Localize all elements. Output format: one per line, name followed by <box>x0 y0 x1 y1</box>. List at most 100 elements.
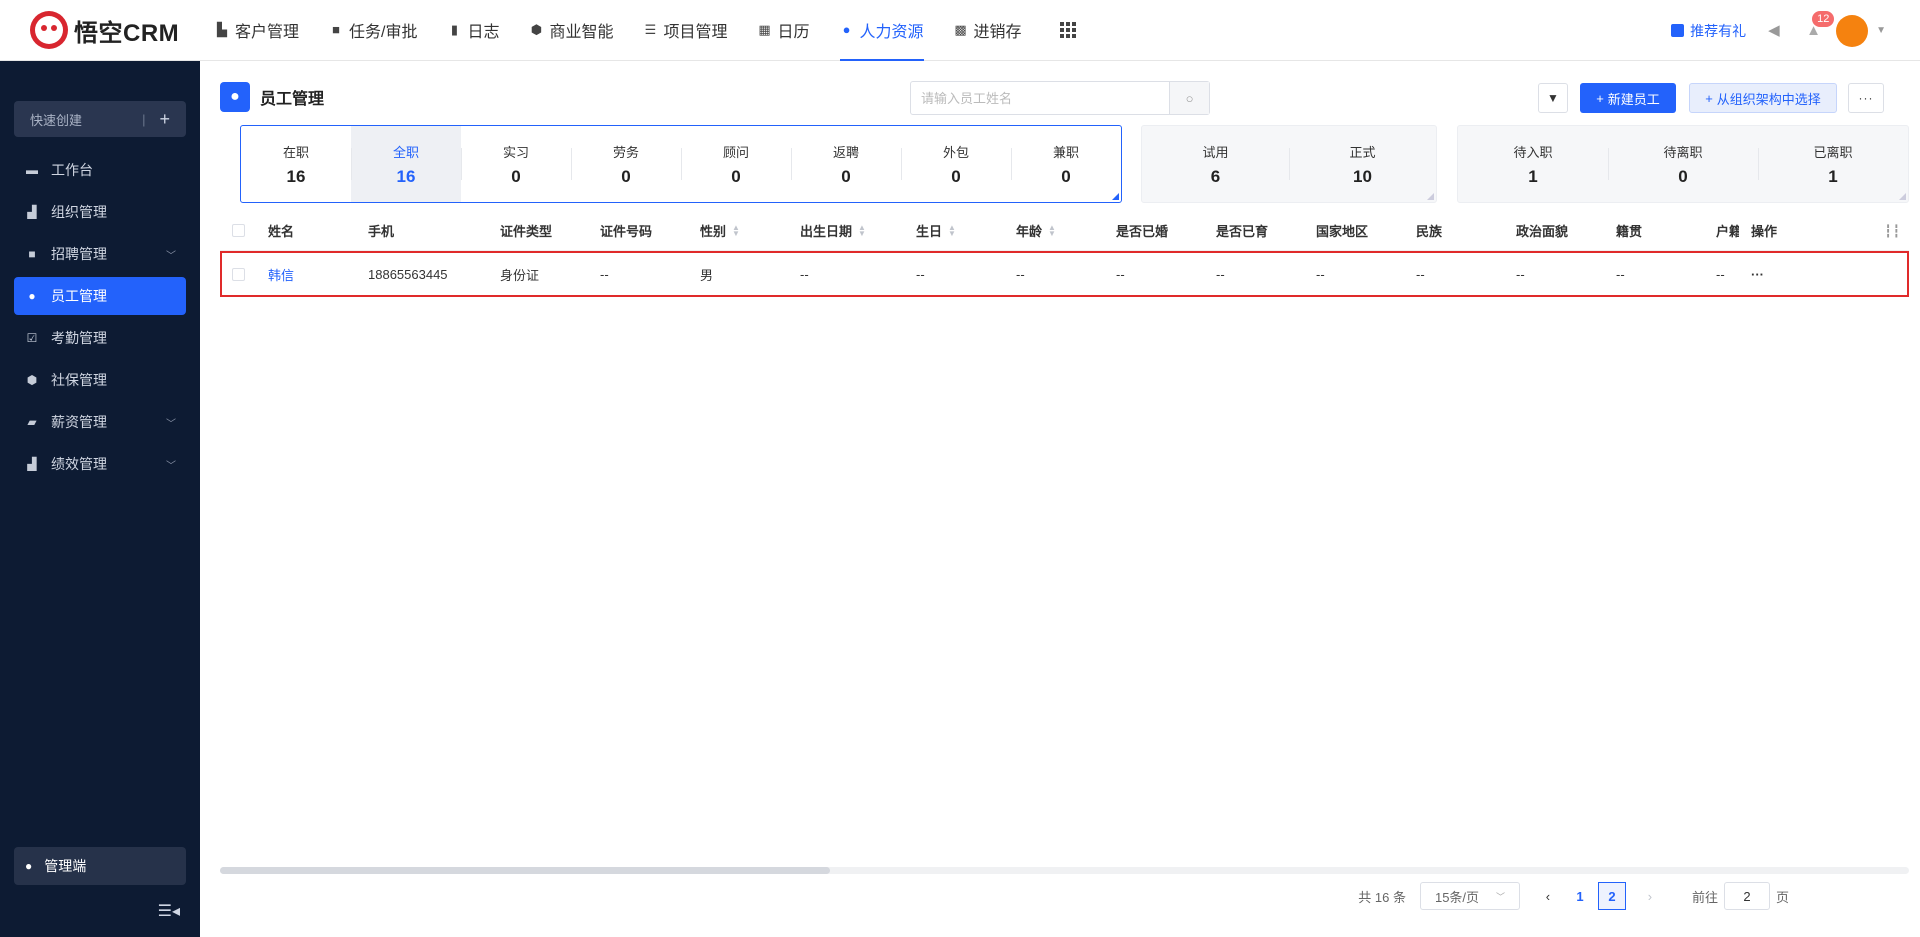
referral-link[interactable]: 推荐有礼 <box>1671 21 1746 41</box>
stat-value: 1 <box>1828 166 1838 186</box>
nav-item-calendar[interactable]: ▦ 日历 <box>743 0 825 61</box>
column-header[interactable]: 是否已育 <box>1204 221 1304 240</box>
page-number-current[interactable]: 2 <box>1597 882 1626 910</box>
row-actions-button[interactable]: ··· <box>1739 267 1819 282</box>
next-page-icon[interactable]: › <box>1636 889 1664 904</box>
table-cell: -- <box>1016 266 1025 282</box>
stat-item[interactable]: 实习 0 <box>461 126 571 202</box>
chevron-down-icon[interactable]: ▼ <box>1876 25 1886 36</box>
nav-item-tasks[interactable]: ■ 任务/审批 <box>314 0 432 61</box>
column-header[interactable]: 是否已婚 <box>1104 221 1204 240</box>
calendar-icon: ▦ <box>758 22 771 37</box>
table-row[interactable]: 韩信 18865563445 身份证 -- 男 -- -- -- -- -- -… <box>220 251 1909 297</box>
sidebar-item-recruit[interactable]: ■ 招聘管理 ﹀ <box>14 235 186 273</box>
stat-item[interactable]: 待离职 0 <box>1608 126 1758 202</box>
stat-item[interactable]: 兼职 0 <box>1011 126 1121 202</box>
scrollbar-thumb[interactable] <box>220 867 830 874</box>
column-header-sortable[interactable]: 年龄 ▲ ▼ <box>1004 221 1104 240</box>
select-from-org-button[interactable]: + 从组织架构中选择 <box>1689 83 1837 113</box>
sidebar-item-insurance[interactable]: ⬢ 社保管理 <box>14 361 186 399</box>
column-header[interactable]: 户籍 <box>1704 221 1739 240</box>
goto-page: 前往 页 <box>1692 882 1789 910</box>
bell-icon[interactable]: ▲ 12 <box>1806 10 1835 39</box>
stat-label: 待入职 <box>1513 144 1553 160</box>
plus-icon: + <box>1596 90 1604 106</box>
sidebar-item-performance[interactable]: ▟ 绩效管理 ﹀ <box>14 445 186 483</box>
more-button[interactable]: ··· <box>1848 83 1884 113</box>
stat-item[interactable]: 顾问 0 <box>681 126 791 202</box>
sort-icon[interactable]: ▲ ▼ <box>948 223 956 237</box>
column-header[interactable]: 证件类型 <box>488 221 588 240</box>
collapse-sidebar-icon[interactable]: ☰◂ <box>158 901 180 921</box>
column-header[interactable]: 国家地区 <box>1304 221 1404 240</box>
sidebar-item-label: 社保管理 <box>51 372 107 388</box>
column-header-sortable[interactable]: 性别 ▲ ▼ <box>688 221 788 240</box>
nav-item-logs[interactable]: ▮ 日志 <box>432 0 514 61</box>
goto-page-input[interactable] <box>1723 882 1770 910</box>
speaker-icon[interactable]: ◀ <box>1768 22 1784 39</box>
quick-create-button[interactable]: 快速创建 | + <box>14 101 186 137</box>
column-header[interactable]: 籍贯 <box>1604 221 1704 240</box>
search-input[interactable] <box>911 82 1169 114</box>
table-cell: -- <box>1616 266 1625 282</box>
sort-icon[interactable]: ▲ ▼ <box>858 223 866 237</box>
stat-item[interactable]: 在职 16 <box>241 126 351 202</box>
sort-icon[interactable]: ▲ ▼ <box>732 223 740 237</box>
page-size-select[interactable]: 15条/页 ﹀ <box>1419 882 1520 910</box>
page-title: 员工管理 <box>260 91 325 108</box>
nav-item-projects[interactable]: ☰ 项目管理 <box>629 0 743 61</box>
nav-label: 人力资源 <box>859 24 924 41</box>
sidebar-item-label: 组织管理 <box>51 204 107 220</box>
column-header[interactable]: 民族 <box>1404 221 1504 240</box>
nav-item-inventory[interactable]: ▩ 进销存 <box>939 0 1037 61</box>
horizontal-scrollbar[interactable] <box>220 867 1909 874</box>
column-header[interactable]: 姓名 <box>256 221 356 240</box>
employee-name-link[interactable]: 韩信 <box>256 265 356 284</box>
stat-item[interactable]: 外包 0 <box>901 126 1011 202</box>
stat-item[interactable]: 全职 16 <box>351 126 461 202</box>
stat-item[interactable]: 待入职 1 <box>1458 126 1608 202</box>
nav-item-customers[interactable]: ▙ 客户管理 <box>200 0 314 61</box>
admin-button[interactable]: ● 管理端 <box>14 847 186 885</box>
monkey-logo-icon <box>30 11 68 49</box>
stat-item[interactable]: 已离职 1 <box>1758 126 1908 202</box>
column-header-actions: 操作 <box>1739 221 1819 240</box>
stat-item[interactable]: 试用 6 <box>1142 126 1289 202</box>
sidebar-item-employees[interactable]: ● 员工管理 <box>14 277 186 315</box>
sidebar-item-workbench[interactable]: ▬ 工作台 <box>14 151 186 189</box>
avatar[interactable] <box>1836 14 1869 47</box>
row-checkbox[interactable] <box>232 267 245 281</box>
monitor-icon: ▬ <box>26 163 38 177</box>
filter-button[interactable]: ▼ <box>1538 83 1568 113</box>
column-header[interactable]: 证件号码 <box>588 221 688 240</box>
logo[interactable]: 悟空CRM <box>30 11 200 49</box>
stat-label: 全职 <box>392 144 419 160</box>
nav-item-bi[interactable]: ⬢ 商业智能 <box>514 0 628 61</box>
employee-table: 姓名 手机 证件类型 证件号码 性别 ▲ ▼ 出生日期 ▲ ▼ 生日 ▲ ▼ 年龄 ▲ ▼ 是否… <box>220 211 1909 297</box>
column-header[interactable]: 政治面貌 <box>1504 221 1604 240</box>
column-header[interactable]: 手机 <box>356 221 488 240</box>
stat-item[interactable]: 劳务 0 <box>571 126 681 202</box>
sidebar-item-salary[interactable]: ▰ 薪资管理 ﹀ <box>14 403 186 441</box>
chart-icon: ▟ <box>27 457 37 471</box>
stat-label: 待离职 <box>1663 144 1703 160</box>
stat-item[interactable]: 正式 10 <box>1289 126 1436 202</box>
nav-item-hr[interactable]: ● 人力资源 <box>825 0 939 61</box>
prev-page-icon[interactable]: ‹ <box>1534 889 1562 904</box>
page-header: ● 员工管理 <box>220 82 324 112</box>
briefcase-icon: ■ <box>332 22 340 37</box>
page-number[interactable]: 1 <box>1566 882 1594 910</box>
sidebar-item-attendance[interactable]: ☑ 考勤管理 <box>14 319 186 357</box>
new-employee-button[interactable]: + 新建员工 <box>1580 83 1676 113</box>
sort-icon[interactable]: ▲ ▼ <box>1048 223 1056 237</box>
column-header-sortable[interactable]: 生日 ▲ ▼ <box>904 221 1004 240</box>
column-settings-icon[interactable]: ┇┇ <box>1885 224 1901 238</box>
search-icon[interactable]: ○ <box>1169 82 1209 114</box>
column-header-sortable[interactable]: 出生日期 ▲ ▼ <box>788 221 904 240</box>
table-cell: 男 <box>700 267 714 283</box>
nav-item-apps[interactable] <box>1037 0 1091 61</box>
page-size-value: 15条/页 <box>1434 889 1480 905</box>
sidebar-item-org[interactable]: ▟ 组织管理 <box>14 193 186 231</box>
select-all-checkbox[interactable] <box>232 224 245 237</box>
stat-item[interactable]: 返聘 0 <box>791 126 901 202</box>
